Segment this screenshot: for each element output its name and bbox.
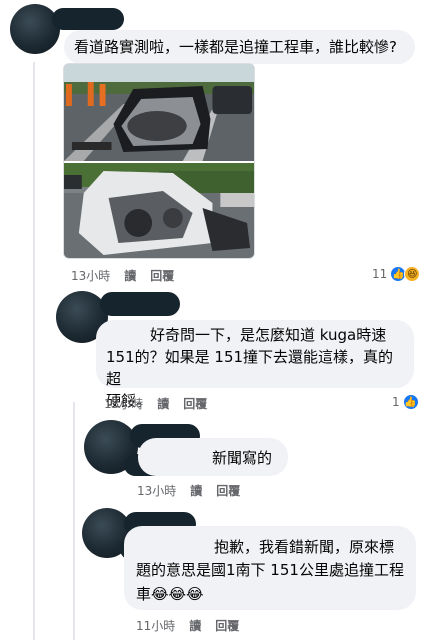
read-button[interactable]: 讀 [190,482,202,499]
reply-button[interactable]: 回覆 [215,617,239,634]
comment-text-continuation: 題的意思是國1南下 151公里處追撞工程 車😂😂😂 [136,558,412,606]
thread-line-reply [73,402,75,640]
timestamp[interactable]: 13小時 [104,395,143,412]
reaction-count: 11 [372,267,388,281]
haha-icon: 😆 [404,266,421,282]
comment-text-line-3: 車😂😂😂 [136,585,204,603]
comment-actions: 13小時 讀 回覆 [137,482,240,499]
reply-button[interactable]: 回覆 [216,482,240,499]
comment-text-line-2: 題的意思是國1南下 151公里處追撞工程 [136,561,404,579]
timestamp[interactable]: 13小時 [71,267,110,284]
timestamp[interactable]: 13小時 [137,482,176,499]
comment-bubble: 看道路實測啦，一樣都是追撞工程車，誰比較慘? [64,30,415,64]
comment-actions: 13小時 讀 回覆 [104,395,207,412]
reaction-summary[interactable]: 1 👍 [392,394,419,410]
comment-text-line-1: 抱歉，我看錯新聞，原來標 [214,538,395,556]
reply-button[interactable]: 回覆 [183,395,207,412]
like-icon: 👍 [402,394,419,410]
comment-text: 新聞寫的 [212,449,273,467]
thread-line-main [33,62,35,640]
read-button[interactable]: 讀 [157,395,169,412]
comment-actions: 11小時 讀 回覆 [136,617,239,634]
comment-text-line-2: 151的？如果是 151撞下去還能這樣，真的超 [106,348,394,388]
attached-photos[interactable] [63,63,255,259]
reaction-summary[interactable]: 11 👍 😆 [372,266,421,282]
read-button[interactable]: 讀 [124,267,136,284]
reaction-count: 1 [392,395,400,409]
timestamp[interactable]: 11小時 [136,617,175,634]
redacted-name [52,8,124,30]
comment-actions: 13小時 讀 回覆 [71,267,174,284]
comment-text-line-1: 好奇問一下，是怎麼知道 kuga時速 [150,326,387,344]
avatar[interactable] [10,4,60,54]
crash-photo-bottom[interactable] [64,163,254,259]
comment-bubble: 新聞寫的 [138,438,288,476]
redacted-name [100,292,180,316]
read-button[interactable]: 讀 [189,617,201,634]
reply-button[interactable]: 回覆 [150,267,174,284]
comment-text: 看道路實測啦，一樣都是追撞工程車，誰比較慘? [74,38,397,56]
crash-photo-top[interactable] [64,64,254,161]
